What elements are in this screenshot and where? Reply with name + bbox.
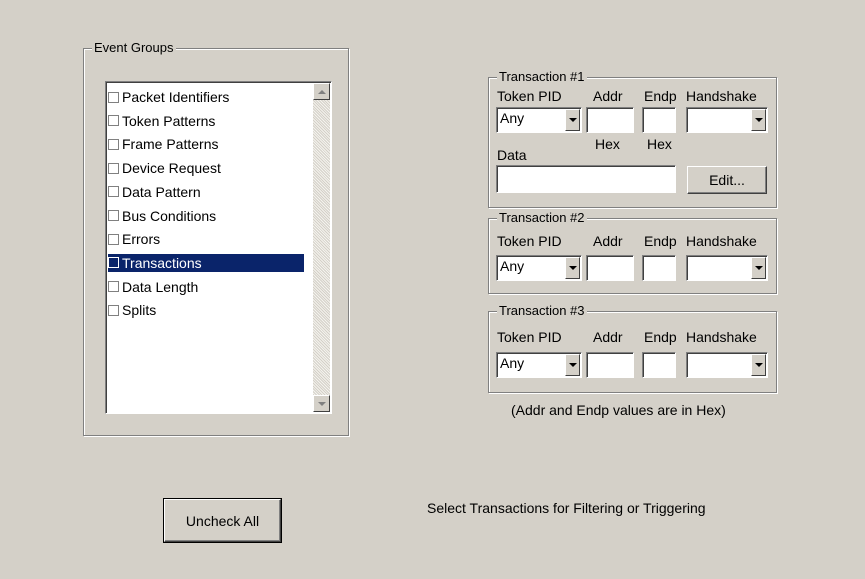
checkbox[interactable] (108, 138, 119, 150)
t3-token-pid-value: Any (500, 355, 525, 371)
checkbox[interactable] (108, 186, 119, 198)
scroll-down-arrow-icon (317, 401, 326, 406)
scroll-down-button[interactable] (313, 395, 330, 412)
t2-token-pid-value: Any (500, 258, 525, 274)
event-groups-title: Event Groups (92, 40, 176, 56)
checkbox[interactable] (108, 162, 119, 174)
list-item[interactable]: Errors (108, 230, 304, 248)
t3-handshake-label: Handshake (686, 329, 757, 345)
t3-endp-input[interactable] (642, 352, 676, 378)
list-item-label: Token Patterns (122, 112, 216, 129)
checkbox[interactable] (108, 281, 119, 293)
list-item[interactable]: Transactions (108, 253, 304, 272)
checkbox[interactable] (108, 210, 119, 221)
t2-token-pid-dropdown-button[interactable] (565, 257, 580, 279)
list-item[interactable]: Packet Identifiers (108, 88, 304, 106)
transaction3-title: Transaction #3 (497, 303, 587, 319)
chevron-down-icon (754, 266, 763, 270)
status-text: Select Transactions for Filtering or Tri… (427, 500, 706, 516)
checkbox[interactable] (108, 115, 119, 127)
list-item-label: Splits (122, 302, 157, 319)
list-item[interactable]: Data Length (108, 278, 304, 296)
t2-token-pid-select[interactable]: Any (496, 255, 582, 281)
t1-token-pid-label: Token PID (497, 88, 562, 104)
t1-addr-input[interactable] (586, 107, 634, 133)
t2-handshake-label: Handshake (686, 233, 757, 249)
event-groups-list[interactable]: Packet Identifiers Token Patterns Frame Pa… (105, 81, 332, 414)
checkbox[interactable] (108, 233, 119, 245)
chevron-down-icon (568, 363, 577, 367)
list-item-label: Errors (122, 231, 161, 248)
t3-handshake-select[interactable] (686, 352, 768, 378)
list-item-label: Device Request (122, 160, 221, 177)
t1-data-label: Data (497, 147, 527, 163)
t1-edit-button[interactable]: Edit... (687, 166, 767, 194)
transaction2-title: Transaction #2 (497, 210, 587, 226)
checkbox[interactable] (108, 257, 119, 269)
t3-token-pid-select[interactable]: Any (496, 352, 582, 378)
list-item[interactable]: Bus Conditions (108, 207, 304, 225)
t1-addr-hex-label: Hex (595, 136, 620, 152)
t3-token-pid-dropdown-button[interactable] (565, 354, 580, 376)
t1-endp-input[interactable] (642, 107, 676, 133)
list-item-label: Data Pattern (122, 183, 201, 200)
t2-token-pid-label: Token PID (497, 233, 562, 249)
chevron-down-icon (568, 266, 577, 270)
checkbox[interactable] (108, 304, 119, 316)
t1-token-pid-select[interactable]: Any (496, 107, 582, 133)
list-item-label: Bus Conditions (122, 207, 217, 224)
t1-token-pid-value: Any (500, 110, 525, 126)
hex-note: (Addr and Endp values are in Hex) (511, 402, 726, 418)
t1-endp-label: Endp (644, 88, 677, 104)
t1-endp-hex-label: Hex (647, 136, 672, 152)
t3-addr-label: Addr (593, 329, 623, 345)
t3-handshake-dropdown-button[interactable] (751, 354, 766, 376)
t2-addr-input[interactable] (586, 255, 634, 281)
list-item-label: Packet Identifiers (122, 89, 230, 105)
chevron-down-icon (568, 118, 577, 122)
t3-endp-label: Endp (644, 329, 677, 345)
uncheck-all-button[interactable]: Uncheck All (163, 498, 282, 543)
t2-endp-label: Endp (644, 233, 677, 249)
t1-handshake-select[interactable] (686, 107, 768, 133)
t2-handshake-select[interactable] (686, 255, 768, 281)
list-item[interactable]: Data Pattern (108, 183, 304, 201)
chevron-down-icon (754, 118, 763, 122)
chevron-down-icon (754, 363, 763, 367)
list-item-label: Data Length (122, 278, 199, 295)
list-item-label: Frame Patterns (122, 136, 219, 153)
list-item[interactable]: Device Request (108, 159, 304, 177)
checkbox[interactable] (108, 91, 119, 103)
t2-addr-label: Addr (593, 233, 623, 249)
t1-handshake-label: Handshake (686, 88, 757, 104)
t1-handshake-dropdown-button[interactable] (751, 109, 766, 131)
list-item-label: Transactions (122, 254, 202, 271)
t3-addr-input[interactable] (586, 352, 634, 378)
list-item[interactable]: Frame Patterns (108, 135, 304, 153)
t2-handshake-dropdown-button[interactable] (751, 257, 766, 279)
event-groups-dialog: { "event_groups": { "title": "Event Grou… (0, 0, 865, 579)
t1-token-pid-dropdown-button[interactable] (565, 109, 580, 131)
t2-endp-input[interactable] (642, 255, 676, 281)
scroll-up-arrow-icon (317, 89, 326, 94)
t1-addr-label: Addr (593, 88, 623, 104)
list-item[interactable]: Splits (108, 301, 304, 319)
transaction1-title: Transaction #1 (497, 69, 587, 85)
list-item[interactable]: Token Patterns (108, 112, 304, 130)
scroll-up-button[interactable] (313, 83, 330, 100)
t1-data-input[interactable] (496, 165, 676, 193)
list-scrollbar[interactable] (313, 83, 330, 412)
t3-token-pid-label: Token PID (497, 329, 562, 345)
